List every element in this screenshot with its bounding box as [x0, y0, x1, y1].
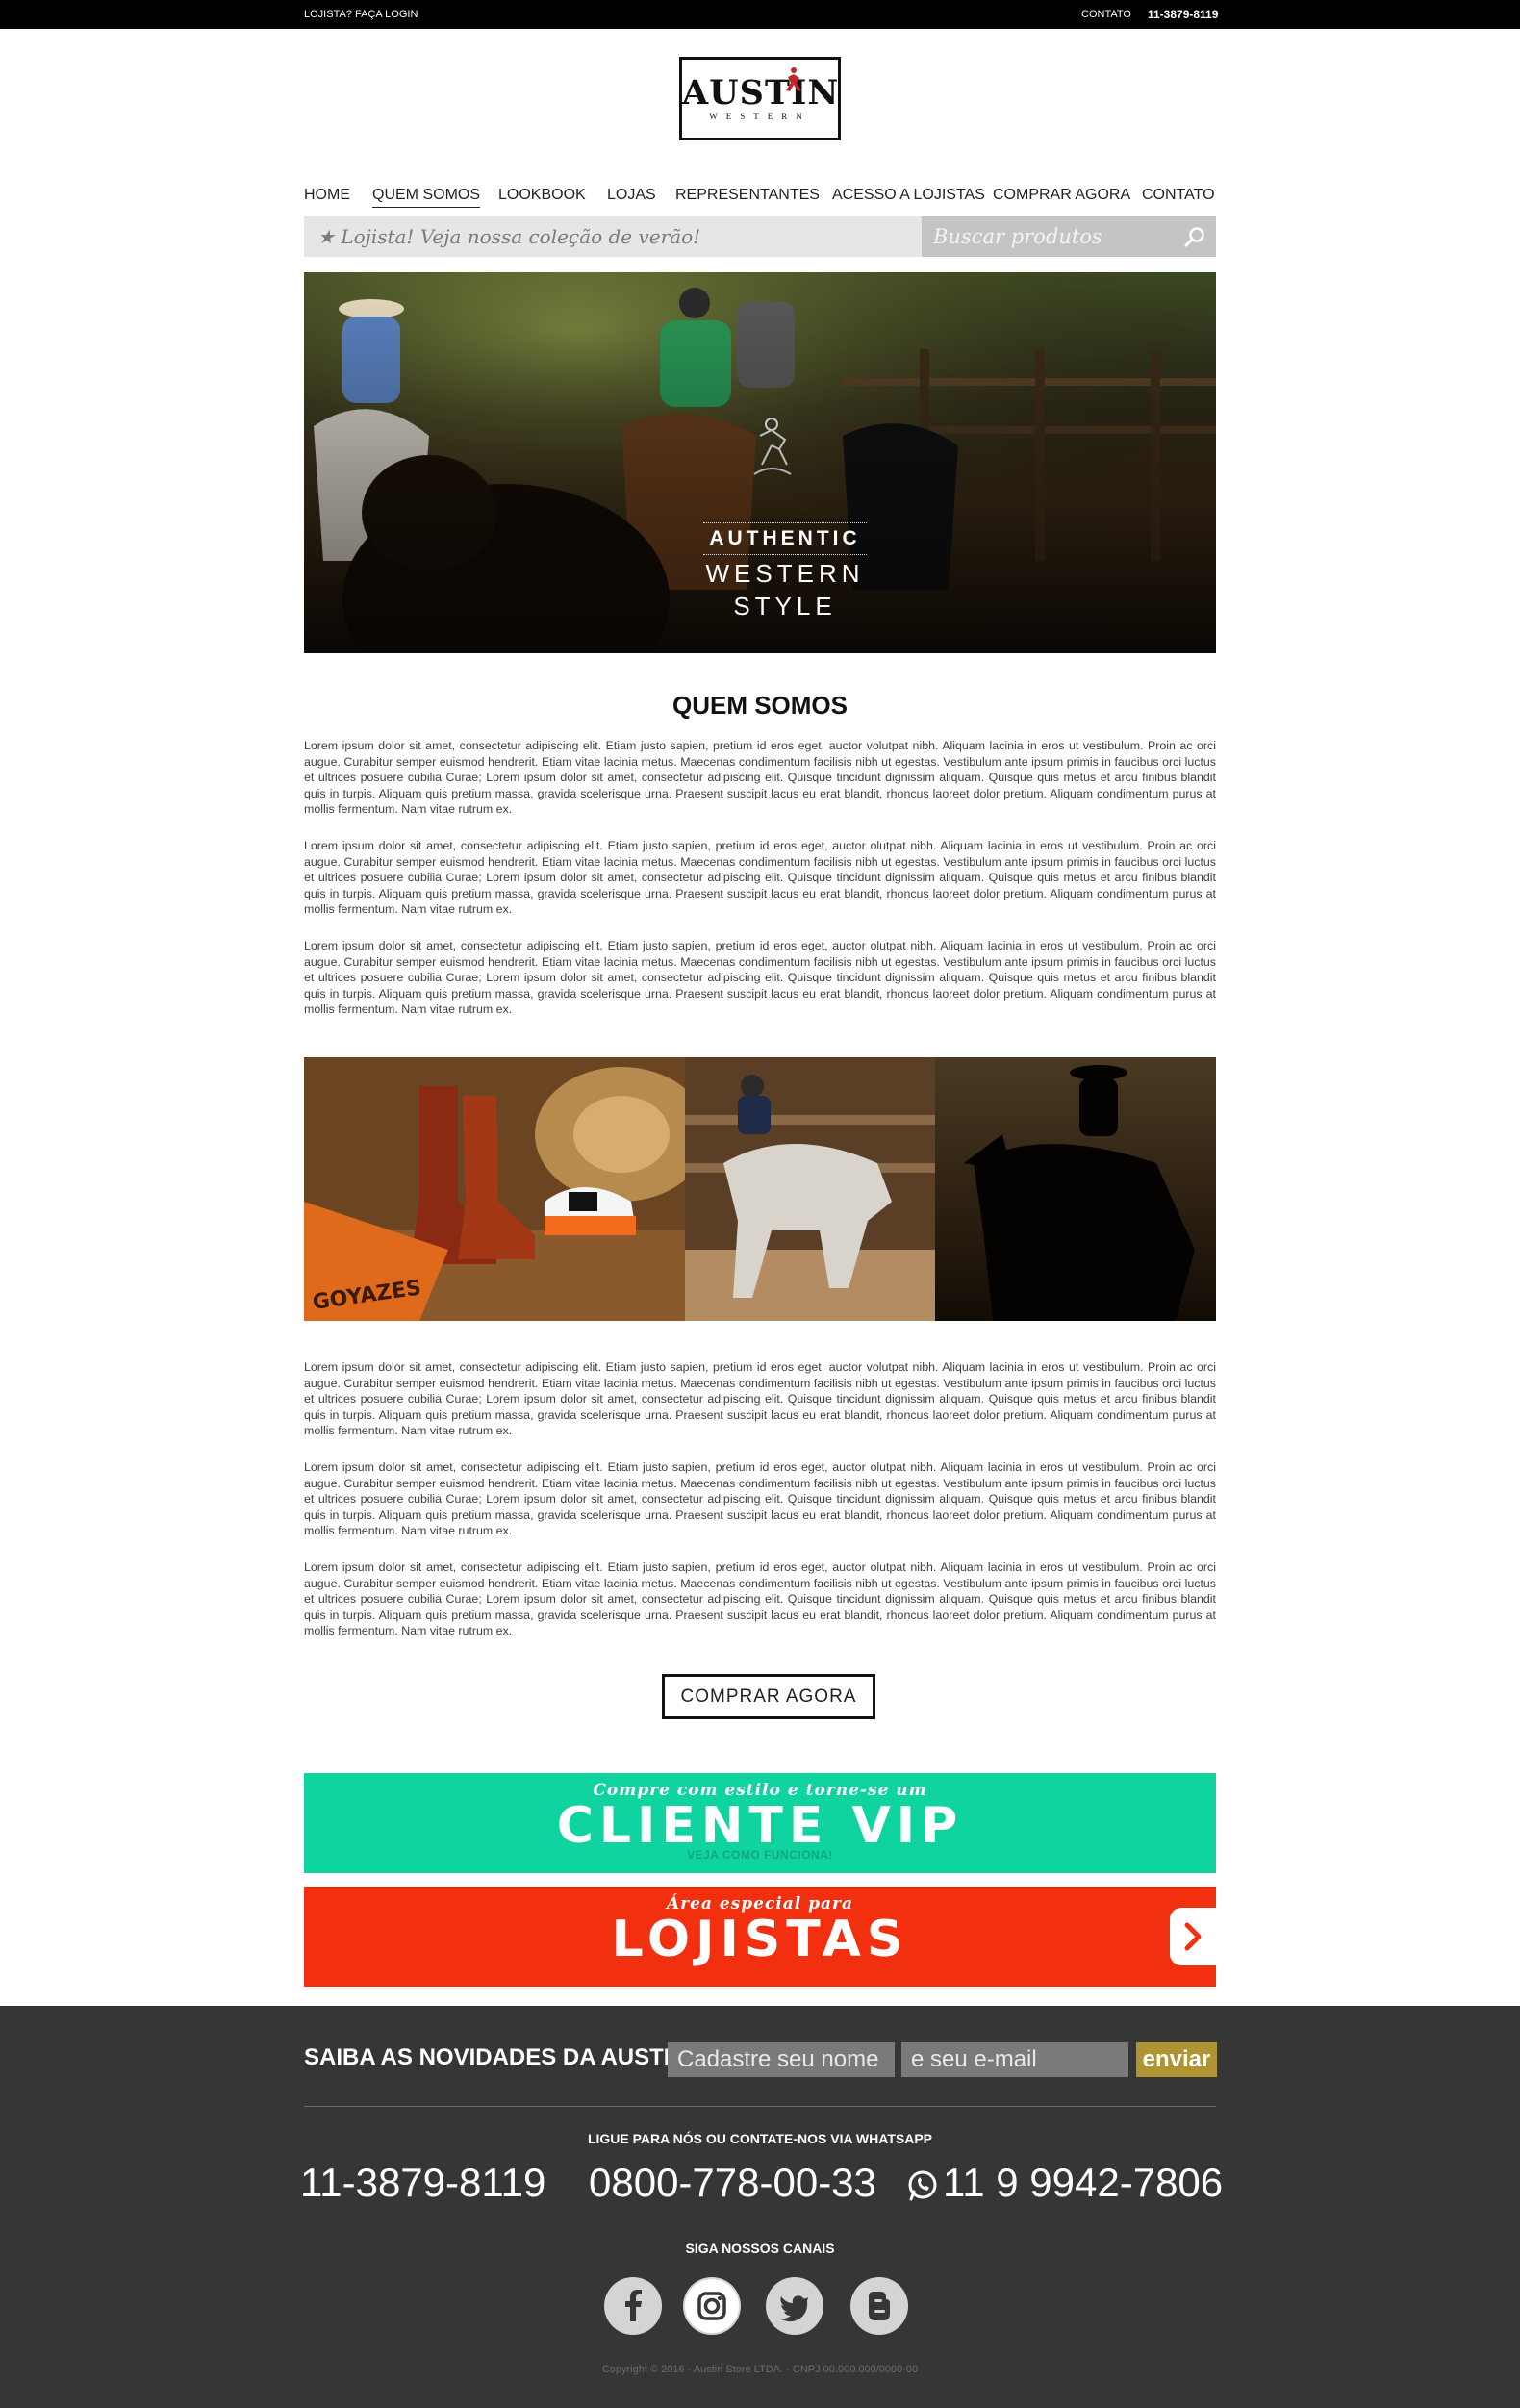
- hero-banner: AUTHENTIC WESTERN STYLE: [304, 272, 1216, 653]
- facebook-icon[interactable]: [604, 2277, 662, 2335]
- boots-photo: GOYAZES: [304, 1057, 685, 1321]
- phone-whatsapp[interactable]: 11 9 9942-7806: [943, 2160, 1223, 2206]
- body-paragraph: Lorem ipsum dolor sit amet, consectetur …: [304, 1560, 1216, 1637]
- nav-quem-somos[interactable]: QUEM SOMOS: [372, 187, 481, 208]
- vip-title: CLIENTE VIP: [556, 1797, 964, 1855]
- newsletter-name-input[interactable]: [668, 2042, 895, 2077]
- silhouette-cowboy-photo: [935, 1057, 1216, 1321]
- search-input[interactable]: [922, 216, 1172, 257]
- blogger-icon[interactable]: [850, 2277, 908, 2335]
- body-paragraph: Lorem ipsum dolor sit amet, consectetur …: [304, 939, 1216, 1016]
- nav-lookbook[interactable]: LOOKBOOK: [498, 187, 586, 204]
- newsletter-send-button[interactable]: enviar: [1136, 2042, 1217, 2077]
- nav-comprar-agora[interactable]: COMPRAR AGORA: [993, 187, 1130, 204]
- phone-tollfree[interactable]: 0800-778-00-33: [589, 2160, 876, 2206]
- lojistas-banner[interactable]: Área especial para LOJISTAS: [304, 1887, 1216, 1987]
- photo-gallery: GOYAZES: [304, 1057, 1216, 1321]
- lojista-login-link[interactable]: LOJISTA? FAÇA LOGIN: [304, 9, 418, 20]
- follow-label: SIGA NOSSOS CANAIS: [685, 2241, 835, 2256]
- lojistas-title: LOJISTAS: [611, 1911, 909, 1968]
- whatsapp-icon: [908, 2170, 937, 2201]
- main-nav: HOME QUEM SOMOS LOOKBOOK LOJAS REPRESENT…: [304, 183, 1216, 212]
- nav-home[interactable]: HOME: [304, 187, 350, 204]
- promo-text: ★ Lojista! Veja nossa coleção de verão!: [317, 225, 701, 248]
- search-box: [922, 216, 1216, 257]
- twitter-icon[interactable]: [766, 2277, 823, 2335]
- search-icon[interactable]: [1183, 225, 1206, 248]
- nav-contato[interactable]: CONTATO: [1142, 187, 1215, 204]
- contact-link[interactable]: CONTATO: [1081, 9, 1131, 20]
- nav-acesso-lojistas[interactable]: ACESSO A LOJISTAS: [832, 187, 985, 204]
- hero-tagline: AUTHENTIC WESTERN STYLE: [304, 522, 1216, 621]
- logo-tagline: WESTERN: [709, 112, 811, 121]
- cliente-vip-banner[interactable]: Compre com estilo e torne-se um CLIENTE …: [304, 1773, 1216, 1873]
- body-paragraph: Lorem ipsum dolor sit amet, consectetur …: [304, 1460, 1216, 1537]
- nav-representantes[interactable]: REPRESENTANTES: [675, 187, 820, 204]
- body-paragraph: Lorem ipsum dolor sit amet, consectetur …: [304, 1360, 1216, 1437]
- site-footer: SAIBA AS NOVIDADES DA AUSTIN: enviar LIG…: [0, 2006, 1520, 2408]
- page-title: QUEM SOMOS: [671, 691, 848, 720]
- chevron-right-icon: [1184, 1922, 1202, 1951]
- body-paragraph: Lorem ipsum dolor sit amet, consectetur …: [304, 739, 1216, 816]
- instagram-icon[interactable]: [683, 2277, 741, 2335]
- copyright: Copyright © 2016 - Austin Store LTDA. - …: [601, 2364, 919, 2375]
- austin-logo[interactable]: AUSTIN WESTERN: [679, 57, 841, 140]
- phone-number[interactable]: 11-3879-8119: [300, 2160, 545, 2206]
- hero-line-authentic: AUTHENTIC: [703, 522, 867, 555]
- rider-logo-icon: [786, 67, 801, 91]
- body-paragraph: Lorem ipsum dolor sit amet, consectetur …: [304, 839, 1216, 916]
- nav-lojas[interactable]: LOJAS: [607, 187, 656, 204]
- newsletter-email-input[interactable]: [901, 2042, 1128, 2077]
- newsletter-label: SAIBA AS NOVIDADES DA AUSTIN:: [304, 2044, 695, 2070]
- hero-line-western: WESTERN: [705, 559, 865, 588]
- hero-line-style: STYLE: [733, 592, 837, 621]
- footer-divider: [304, 2106, 1216, 2107]
- call-us-label: LIGUE PARA NÓS OU CONTATE-NOS VIA WHATSA…: [587, 2131, 933, 2146]
- comprar-agora-button[interactable]: COMPRAR AGORA: [662, 1674, 875, 1719]
- vip-subtitle: VEJA COMO FUNCIONA!: [687, 1848, 833, 1862]
- lojistas-arrow-button[interactable]: [1170, 1908, 1216, 1965]
- top-bar: LOJISTA? FAÇA LOGIN CONTATO 11-3879-8119: [0, 0, 1520, 29]
- logo-wordmark: AUSTIN: [682, 73, 840, 113]
- top-phone: 11-3879-8119: [1148, 8, 1219, 21]
- rodeo-horse-photo: [685, 1057, 935, 1321]
